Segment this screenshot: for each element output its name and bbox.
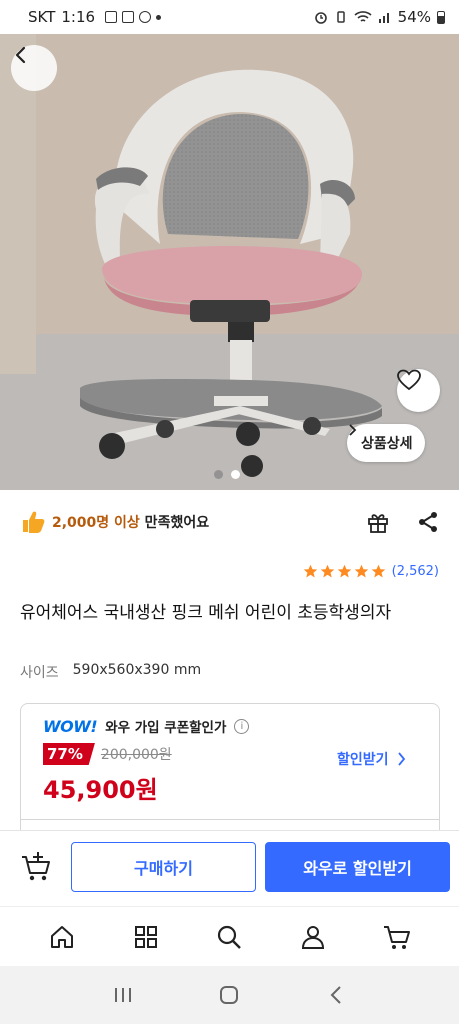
notification-icon xyxy=(105,11,118,23)
cart-icon xyxy=(384,925,411,949)
satisfaction-highlight: 2,000명 이상 xyxy=(52,515,140,531)
size-value: 590x560x390 mm xyxy=(72,662,202,678)
my-page-icon xyxy=(302,925,325,949)
wishlist-button[interactable] xyxy=(397,369,440,412)
pager-dot[interactable] xyxy=(214,470,223,479)
rating-summary[interactable]: (2,562) xyxy=(303,564,439,579)
product-title: 유어체어스 국내생산 핑크 메쉬 어린이 초등학생의자 xyxy=(20,603,392,623)
pager-dot-active[interactable] xyxy=(231,470,240,479)
discount-badge: 77% xyxy=(43,743,95,765)
product-detail-button[interactable]: 상품상세 xyxy=(347,424,425,462)
add-to-cart-icon[interactable] xyxy=(20,849,54,883)
wow-discount-button[interactable]: 와우로 할인받기 xyxy=(265,842,450,892)
vibrate-icon xyxy=(336,11,345,23)
star-icon xyxy=(337,564,351,578)
buy-now-button[interactable]: 구매하기 xyxy=(71,842,256,892)
size-row: 사이즈 590x560x390 mm xyxy=(20,662,201,682)
share-icon[interactable] xyxy=(416,510,440,534)
chevron-right-icon xyxy=(349,424,357,436)
bottom-navigation xyxy=(0,906,459,966)
wow-coupon-row: WOW! 와우 가입 쿠폰할인가 i xyxy=(43,716,250,736)
time-label: 1:16 xyxy=(61,8,96,26)
nav-search[interactable] xyxy=(209,917,249,957)
carrier-label: SKT xyxy=(28,8,56,26)
thumbs-up-icon xyxy=(23,511,45,533)
signal-icon xyxy=(378,13,389,23)
search-icon xyxy=(218,925,242,949)
alarm-icon xyxy=(314,12,327,24)
product-detail-label: 상품상세 xyxy=(361,436,413,452)
back-button[interactable] xyxy=(11,45,57,91)
get-discount-link[interactable]: 할인받기 xyxy=(337,749,406,769)
nav-home[interactable] xyxy=(42,917,82,957)
home-icon xyxy=(50,925,73,948)
back-icon xyxy=(330,986,341,1004)
satisfaction-suffix: 만족했어요 xyxy=(139,515,210,531)
discount-row: 77% 200,000원 xyxy=(43,743,172,765)
wifi-icon xyxy=(354,11,372,22)
system-back-button[interactable] xyxy=(316,975,356,1015)
review-count[interactable]: (2,562) xyxy=(392,564,439,579)
status-bar: SKT 1:16 54% xyxy=(0,0,459,34)
star-icon xyxy=(371,564,385,578)
nav-cart[interactable] xyxy=(377,917,417,957)
system-navigation xyxy=(0,966,459,1024)
wow-coupon-text: 와우 가입 쿠폰할인가 xyxy=(105,720,227,736)
satisfaction-row: 2,000명 이상 만족했어요 xyxy=(20,506,440,538)
cloud-icon xyxy=(139,11,152,23)
nav-my-page[interactable] xyxy=(293,917,333,957)
battery-icon xyxy=(437,10,445,24)
get-discount-label: 할인받기 xyxy=(337,752,389,768)
purchase-bar: 구매하기 와우로 할인받기 xyxy=(0,830,459,906)
more-notifications-dot xyxy=(156,14,162,20)
carousel-pager xyxy=(214,470,240,479)
heart-icon xyxy=(397,369,421,391)
original-price: 200,000원 xyxy=(100,747,172,763)
satisfaction-text: 2,000명 이상 만족했어요 xyxy=(52,512,209,532)
product-image-carousel[interactable]: 상품상세 xyxy=(0,34,459,490)
sale-price: 45,900원 xyxy=(43,776,158,804)
chevron-right-icon xyxy=(397,752,405,766)
chevron-left-icon xyxy=(15,46,26,64)
chair-image xyxy=(0,34,459,490)
gift-icon[interactable] xyxy=(366,510,390,534)
home-circle-icon xyxy=(220,986,239,1004)
recent-apps-icon xyxy=(115,988,132,1002)
star-icon xyxy=(354,564,368,578)
wow-logo: WOW! xyxy=(43,716,98,736)
recent-apps-button[interactable] xyxy=(103,975,143,1015)
star-icon xyxy=(320,564,334,578)
category-icon xyxy=(134,925,157,948)
nav-category[interactable] xyxy=(126,917,166,957)
mute-icon xyxy=(122,11,135,23)
info-icon[interactable]: i xyxy=(234,718,250,734)
battery-percent: 54% xyxy=(397,8,431,26)
size-label: 사이즈 xyxy=(20,665,59,681)
star-icon xyxy=(303,564,317,578)
home-button[interactable] xyxy=(209,975,249,1015)
divider xyxy=(21,819,439,820)
